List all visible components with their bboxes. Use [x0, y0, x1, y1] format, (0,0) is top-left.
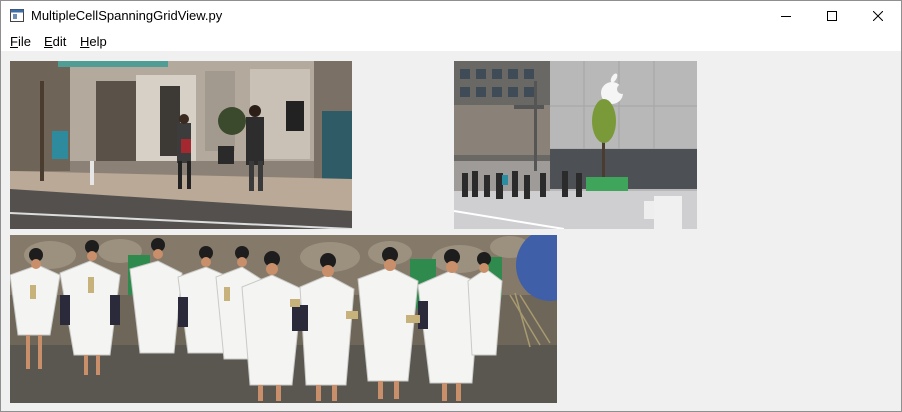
festival-procession-photo[interactable] [10, 235, 557, 403]
menu-bar: File Edit Help [1, 31, 901, 51]
street-sidewalk-photo[interactable] [10, 61, 352, 229]
window-title: MultipleCellSpanningGridView.py [31, 8, 223, 23]
minimize-button[interactable] [763, 1, 809, 31]
python-window-icon [10, 9, 24, 22]
menu-file-rest: ile [17, 34, 31, 49]
menu-edit-accel: E [44, 34, 53, 49]
title-bar[interactable]: MultipleCellSpanningGridView.py [1, 1, 901, 31]
app-window: MultipleCellSpanningGridView.py File Edi… [0, 0, 902, 412]
maximize-button[interactable] [809, 1, 855, 31]
grid-view [1, 51, 901, 411]
menu-edit-rest: dit [52, 34, 67, 49]
minimize-icon [781, 16, 791, 17]
menu-help[interactable]: Help [80, 34, 107, 49]
menu-help-accel: H [80, 34, 90, 49]
maximize-icon [827, 11, 837, 21]
menu-file-accel: F [10, 34, 18, 49]
menu-help-rest: elp [89, 34, 107, 49]
menu-file[interactable]: File [10, 34, 31, 49]
close-icon [873, 11, 883, 21]
menu-edit[interactable]: Edit [44, 34, 66, 49]
apple-store-crossing-photo[interactable] [454, 61, 697, 229]
close-button[interactable] [855, 1, 901, 31]
